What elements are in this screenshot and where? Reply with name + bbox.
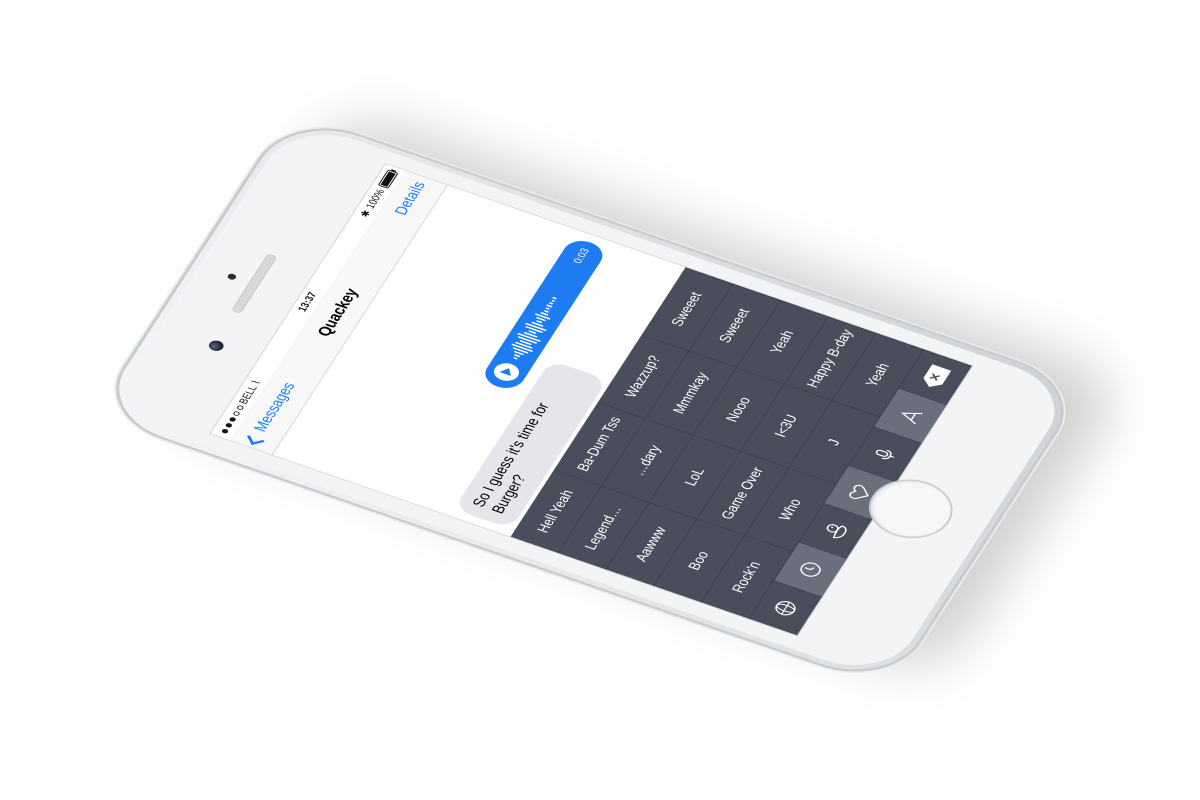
delete-icon: ✕ <box>920 364 952 390</box>
waveform-bar <box>550 299 555 302</box>
scene: BELL ⌇ 13:37 ✱ 100% Messages Quackey Det… <box>0 0 1200 800</box>
audio-waveform <box>503 264 587 363</box>
phone: BELL ⌇ 13:37 ✱ 100% Messages Quackey Det… <box>95 113 1085 687</box>
waveform-bar <box>513 356 518 360</box>
play-icon[interactable] <box>489 360 524 384</box>
details-button[interactable]: Details <box>392 180 430 218</box>
audio-duration: 0:03 <box>571 247 593 266</box>
